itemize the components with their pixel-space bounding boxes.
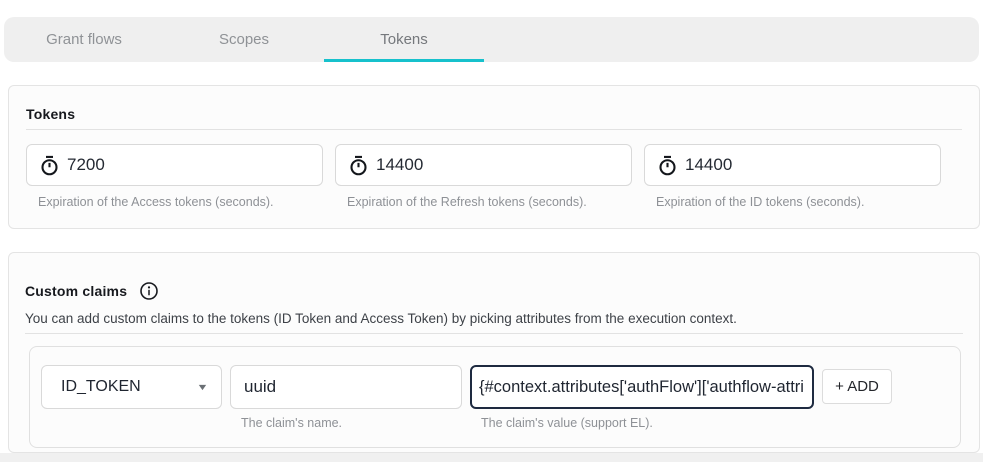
add-claim-button[interactable]: + ADD bbox=[822, 369, 892, 404]
token-expiration-row: Expiration of the Access tokens (seconds… bbox=[26, 144, 962, 209]
section-divider bbox=[25, 333, 963, 334]
token-type-select[interactable]: ID_TOKEN ▼ bbox=[41, 365, 222, 409]
tokens-section-title: Tokens bbox=[26, 86, 962, 122]
timer-icon bbox=[657, 155, 678, 176]
refresh-token-expiration-input[interactable] bbox=[376, 155, 619, 175]
claim-name-input[interactable] bbox=[230, 365, 462, 409]
custom-claims-section: Custom claims You can add custom claims … bbox=[8, 252, 980, 453]
refresh-token-field: Expiration of the Refresh tokens (second… bbox=[335, 144, 632, 209]
page-background-strip bbox=[0, 453, 983, 462]
custom-claims-description: You can add custom claims to the tokens … bbox=[25, 311, 963, 326]
access-token-expiration-input[interactable] bbox=[67, 155, 310, 175]
claim-name-caption: The claim's name. bbox=[241, 416, 462, 430]
tokens-section: Tokens Expiration of the Access tokens (… bbox=[8, 85, 980, 229]
access-token-field: Expiration of the Access tokens (seconds… bbox=[26, 144, 323, 209]
timer-icon bbox=[348, 155, 369, 176]
claim-name-field: The claim's name. bbox=[230, 365, 462, 430]
tab-tokens[interactable]: Tokens bbox=[324, 17, 484, 62]
claim-editor-row: ID_TOKEN ▼ The claim's name. The claim's… bbox=[29, 346, 961, 448]
tab-scopes[interactable]: Scopes bbox=[164, 17, 324, 62]
refresh-token-expiration-input-box bbox=[335, 144, 632, 186]
claim-value-field: The claim's value (support EL). bbox=[470, 365, 814, 430]
id-token-expiration-caption: Expiration of the ID tokens (seconds). bbox=[656, 195, 941, 209]
tab-label: Scopes bbox=[219, 31, 269, 48]
id-token-expiration-input-box bbox=[644, 144, 941, 186]
access-token-expiration-caption: Expiration of the Access tokens (seconds… bbox=[38, 195, 323, 209]
info-icon[interactable] bbox=[139, 281, 159, 301]
token-type-selected-value: ID_TOKEN bbox=[61, 378, 141, 396]
tab-grant-flows[interactable]: Grant flows bbox=[4, 17, 164, 62]
settings-tab-bar: Grant flows Scopes Tokens bbox=[4, 17, 979, 62]
claim-value-input[interactable] bbox=[470, 365, 814, 409]
refresh-token-expiration-caption: Expiration of the Refresh tokens (second… bbox=[347, 195, 632, 209]
timer-icon bbox=[39, 155, 60, 176]
section-divider bbox=[26, 129, 962, 130]
access-token-expiration-input-box bbox=[26, 144, 323, 186]
custom-claims-title: Custom claims bbox=[25, 283, 127, 299]
claim-value-caption: The claim's value (support EL). bbox=[481, 416, 814, 430]
custom-claims-header: Custom claims bbox=[25, 253, 963, 301]
tab-label: Tokens bbox=[380, 31, 428, 48]
tab-label: Grant flows bbox=[46, 31, 122, 48]
chevron-down-icon: ▼ bbox=[196, 382, 208, 392]
id-token-field: Expiration of the ID tokens (seconds). bbox=[644, 144, 941, 209]
id-token-expiration-input[interactable] bbox=[685, 155, 928, 175]
